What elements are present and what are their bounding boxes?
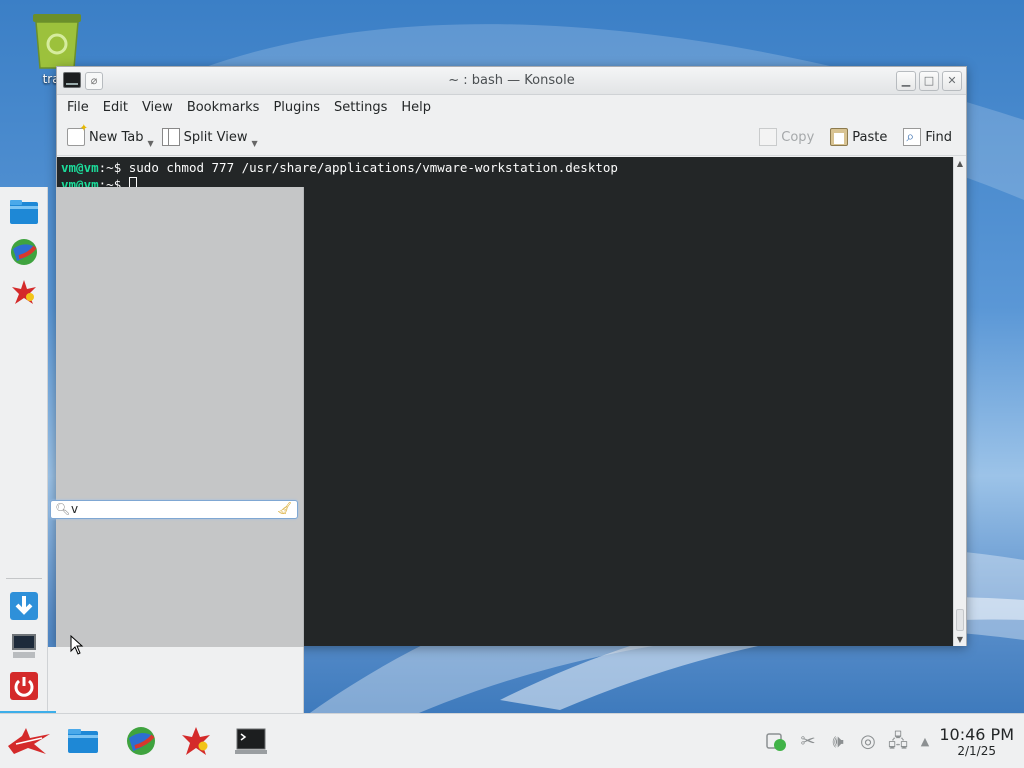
- menu-settings[interactable]: Settings: [327, 100, 394, 115]
- scrollbar-thumb[interactable]: [956, 609, 964, 631]
- search-icon: 🔍︎: [55, 502, 71, 516]
- computer-icon[interactable]: [9, 631, 39, 661]
- menu-plugins[interactable]: Plugins: [266, 100, 327, 115]
- clear-icon[interactable]: 🧹︎: [277, 500, 292, 517]
- menu-bar: File Edit View Bookmarks Plugins Setting…: [57, 95, 966, 119]
- copy-label: Copy: [781, 129, 815, 145]
- menu-edit[interactable]: Edit: [96, 100, 135, 115]
- start-menu-icon[interactable]: [6, 724, 50, 758]
- prompt-path: :~$: [98, 160, 129, 175]
- minimize-button[interactable]: ▁: [896, 71, 916, 91]
- chevron-down-icon[interactable]: ▼: [148, 139, 154, 148]
- konsole-taskbar-icon[interactable]: [234, 724, 268, 758]
- paste-label: Paste: [852, 129, 888, 145]
- menu-view[interactable]: View: [135, 100, 180, 115]
- launcher-bottom-area: [48, 647, 304, 713]
- menu-bookmarks[interactable]: Bookmarks: [180, 100, 267, 115]
- power-icon[interactable]: [9, 671, 39, 701]
- terminal-scrollbar[interactable]: ▲ ▼: [953, 157, 966, 646]
- new-tab-button[interactable]: New Tab ▼: [63, 123, 158, 151]
- taskbar: ✂ 🕪︎ ◎ 🖧︎ ▲ 10:46 PM 2/1/25: [0, 713, 1024, 768]
- copy-button[interactable]: Copy: [755, 123, 818, 151]
- window-title: ~ : bash — Konsole: [448, 73, 575, 88]
- launcher-search-input[interactable]: 🔍︎ v 🧹︎: [50, 500, 298, 519]
- app-launcher-icon[interactable]: [179, 724, 213, 758]
- mouse-pointer-icon: [70, 634, 84, 655]
- launcher-results-panel[interactable]: [56, 187, 304, 647]
- file-manager-icon[interactable]: [66, 724, 100, 758]
- chevron-down-icon[interactable]: ▼: [251, 139, 257, 148]
- clipboard-scissors-icon[interactable]: ✂: [797, 731, 819, 753]
- find-icon: [903, 128, 922, 146]
- volume-icon[interactable]: 🕪︎: [827, 731, 849, 753]
- copy-icon: [759, 128, 778, 146]
- app-launcher-icon[interactable]: [9, 277, 39, 307]
- split-view-label: Split View: [183, 129, 248, 145]
- clock-time: 10:46 PM: [939, 725, 1014, 744]
- main-toolbar: New Tab ▼ Split View ▼ Copy Paste Find: [57, 119, 966, 156]
- network-globe-icon[interactable]: ◎: [857, 731, 879, 753]
- terminal-command: sudo chmod 777 /usr/share/applications/v…: [128, 160, 618, 175]
- show-hidden-icons-icon[interactable]: ▲: [914, 731, 936, 753]
- paste-icon: [830, 128, 849, 146]
- application-launcher: [0, 187, 304, 714]
- new-tab-icon: [67, 123, 88, 146]
- find-label: Find: [925, 129, 952, 145]
- clock-date: 2/1/25: [957, 744, 996, 758]
- new-tab-label: New Tab: [89, 129, 144, 145]
- find-button[interactable]: Find: [899, 123, 956, 151]
- scroll-up-icon[interactable]: ▲: [954, 157, 966, 170]
- web-browser-icon[interactable]: [9, 237, 39, 267]
- menu-file[interactable]: File: [60, 100, 96, 115]
- title-bar[interactable]: ⌀ ~ : bash — Konsole ▁ □ ✕: [57, 67, 966, 95]
- update-notifier-icon[interactable]: [766, 731, 788, 753]
- paste-button[interactable]: Paste: [826, 123, 891, 151]
- maximize-button[interactable]: □: [919, 71, 939, 91]
- network-wired-icon[interactable]: 🖧︎: [887, 731, 909, 753]
- terminal-line: vm@vm:~$ sudo chmod 777 /usr/share/appli…: [61, 159, 950, 176]
- favorites-column: [0, 187, 48, 713]
- digital-clock[interactable]: 10:46 PM 2/1/25: [939, 725, 1014, 758]
- menu-help[interactable]: Help: [394, 100, 438, 115]
- install-icon[interactable]: [9, 591, 39, 621]
- web-browser-icon[interactable]: [124, 724, 158, 758]
- file-manager-icon[interactable]: [9, 197, 39, 227]
- scroll-down-icon[interactable]: ▼: [954, 633, 966, 646]
- trash-icon: [27, 10, 87, 70]
- search-value: v: [71, 502, 79, 516]
- favorites-divider: [6, 578, 42, 579]
- close-button[interactable]: ✕: [942, 71, 962, 91]
- split-view-button[interactable]: Split View ▼: [158, 123, 262, 151]
- prompt-user-host: vm@vm: [61, 160, 99, 175]
- split-view-icon: [161, 128, 180, 146]
